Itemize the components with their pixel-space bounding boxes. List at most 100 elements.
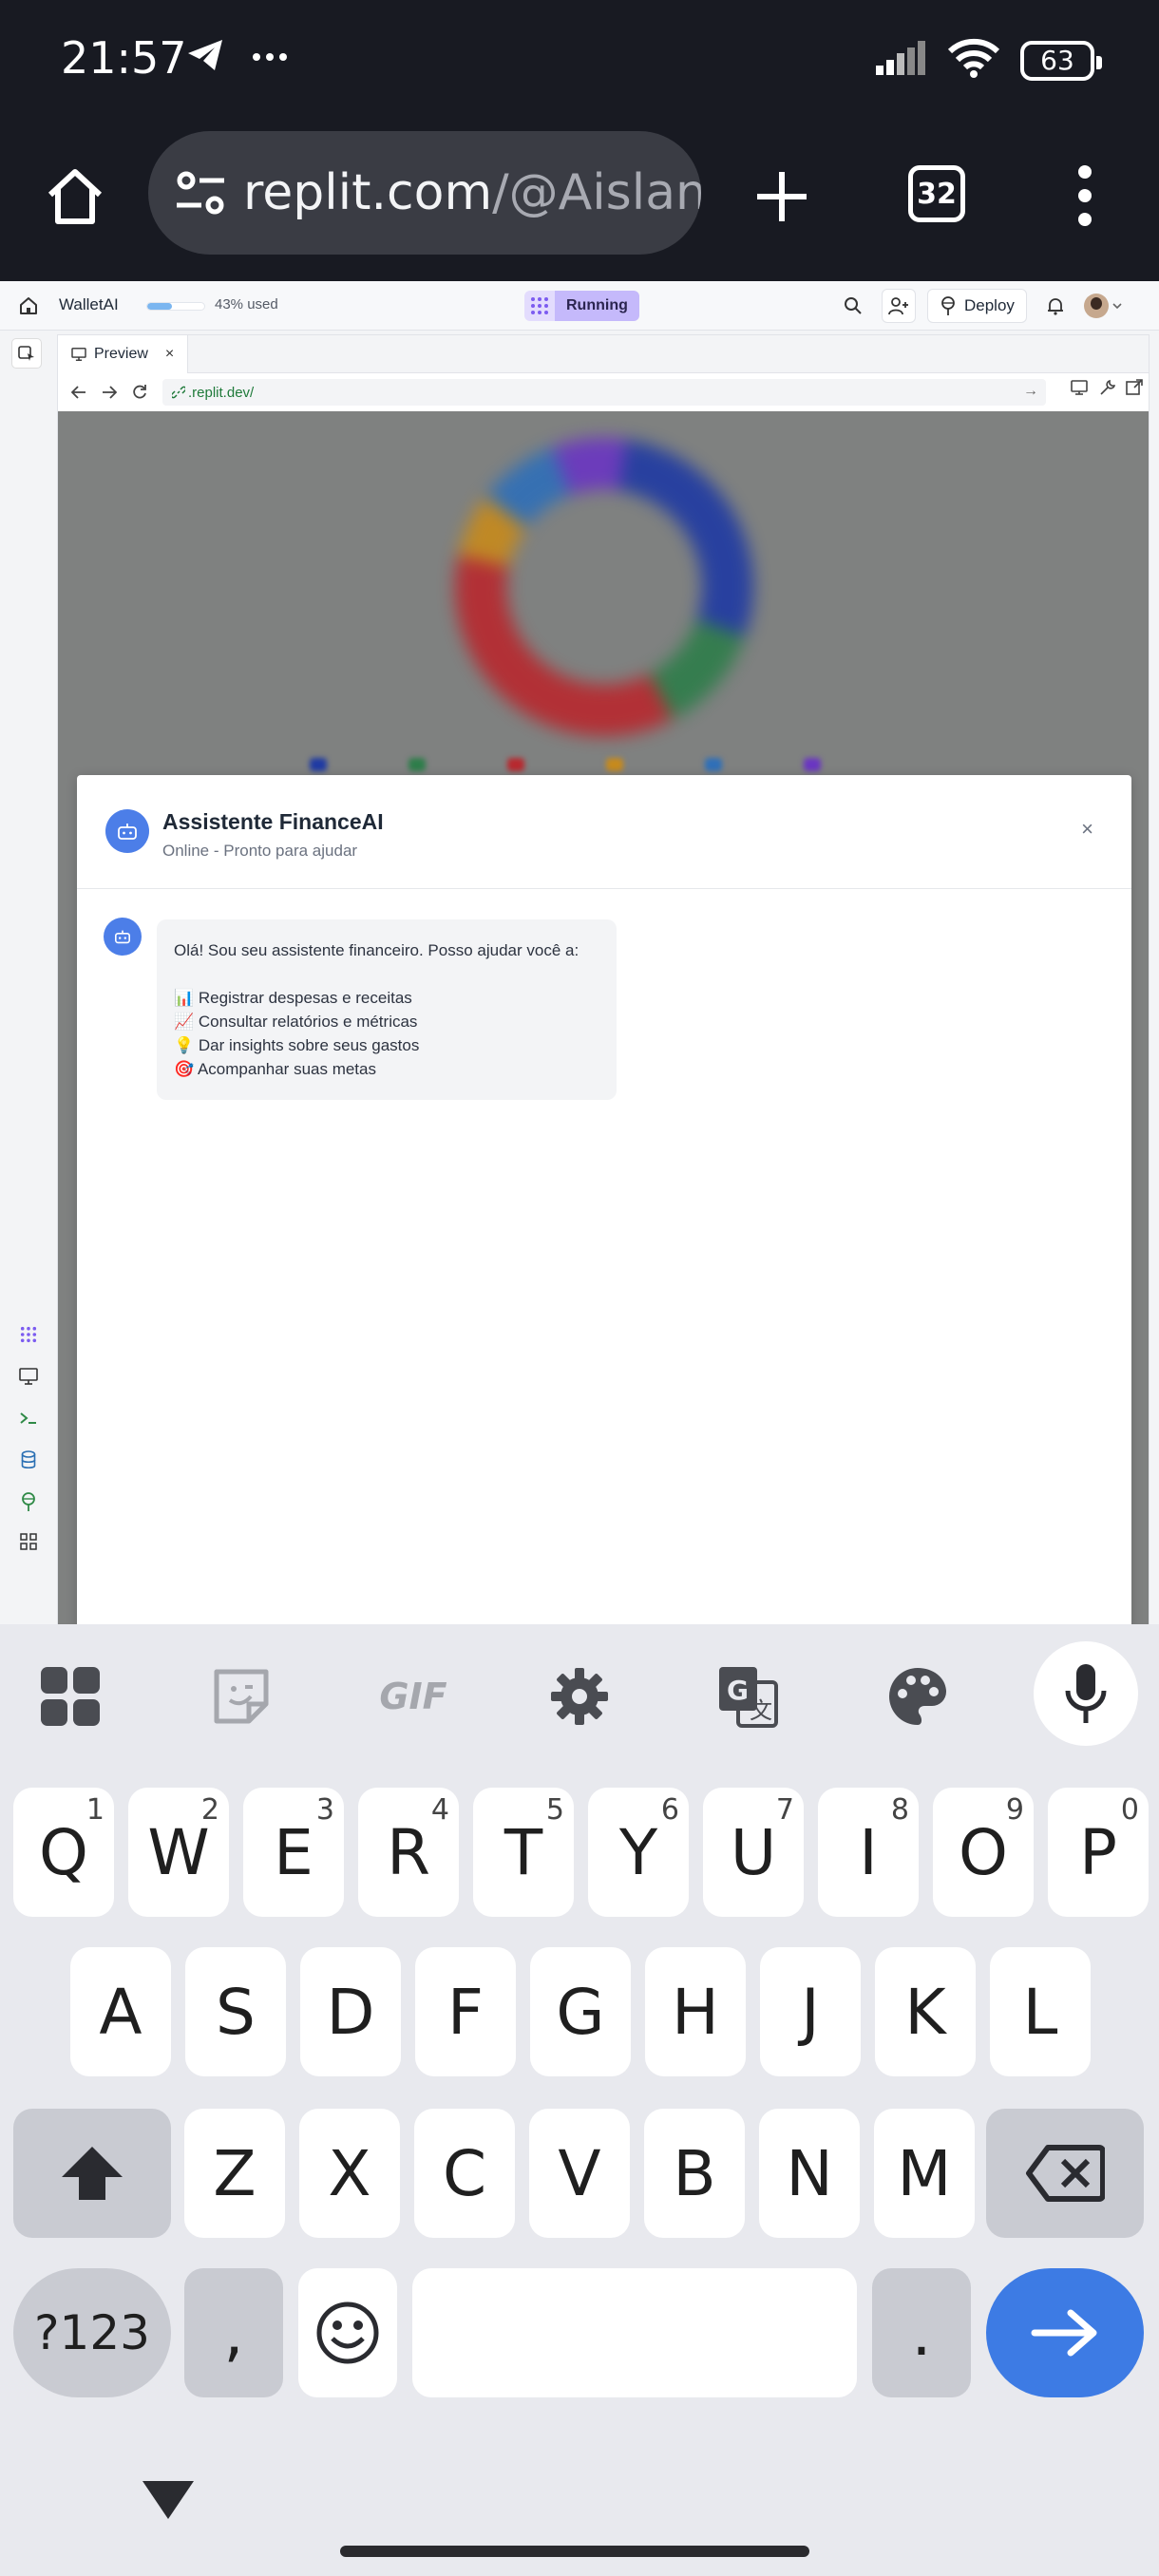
donut-slice [552, 438, 627, 496]
key-label: D [326, 1975, 375, 2049]
key-label: M [897, 2136, 952, 2210]
sidebar-item-shell[interactable] [16, 1406, 41, 1430]
hide-keyboard-button[interactable] [139, 2477, 198, 2528]
gif-button[interactable]: GIF [370, 1658, 456, 1734]
key-label: P [1079, 1815, 1117, 1889]
legend-swatch [310, 758, 327, 771]
preview-url-input[interactable]: .replit.dev/ → [162, 379, 1046, 406]
key-r[interactable]: R4 [358, 1788, 459, 1917]
key-w[interactable]: W2 [128, 1788, 229, 1917]
key-label: U [730, 1815, 777, 1889]
key-hint: 5 [545, 1793, 564, 1827]
message-item: 🎯 Acompanhar suas metas [174, 1060, 376, 1078]
address-bar[interactable]: replit.com/@Aislanc [148, 131, 701, 255]
key-o[interactable]: O9 [933, 1788, 1034, 1917]
symbols-key[interactable]: ?123 [13, 2268, 171, 2397]
sidebar-item-deployments[interactable] [16, 1489, 41, 1514]
key-d[interactable]: D [300, 1947, 401, 2076]
key-z[interactable]: Z [184, 2109, 285, 2238]
key-g[interactable]: G [530, 1947, 631, 2076]
translate-button[interactable]: G文 [711, 1658, 787, 1734]
key-h[interactable]: H [645, 1947, 746, 2076]
key-b[interactable]: B [644, 2109, 745, 2238]
space-key[interactable] [412, 2268, 857, 2397]
tab-close-button[interactable]: × [165, 346, 174, 363]
key-f[interactable]: F [415, 1947, 516, 2076]
sidebar-item-run-grid[interactable] [16, 1322, 41, 1347]
external-link-icon[interactable] [1126, 379, 1143, 396]
run-grid-icon[interactable] [524, 291, 555, 321]
sidebar-toggle-icon[interactable] [11, 338, 42, 369]
chat-title: Assistente FinanceAI [162, 809, 384, 834]
running-status-button[interactable]: Running [555, 291, 639, 321]
browser-menu-button[interactable] [1062, 158, 1108, 234]
key-e[interactable]: E3 [243, 1788, 344, 1917]
microphone-icon [1065, 1664, 1107, 1723]
message-item: 📈 Consultar relatórios e métricas [174, 1013, 418, 1031]
apps-grid-button[interactable] [32, 1658, 108, 1734]
key-a[interactable]: A [70, 1947, 171, 2076]
key-t[interactable]: T5 [473, 1788, 574, 1917]
key-label: I [859, 1815, 878, 1889]
comma-key[interactable]: , [184, 2268, 283, 2397]
chat-close-button[interactable]: × [1081, 817, 1093, 842]
go-key[interactable] [986, 2268, 1144, 2397]
search-button[interactable] [836, 289, 870, 323]
go-arrow-icon[interactable]: → [1023, 383, 1038, 400]
key-label: J [801, 1975, 820, 2049]
back-button[interactable] [66, 379, 92, 406]
site-settings-icon[interactable] [175, 163, 226, 222]
reload-button[interactable] [126, 379, 153, 406]
backspace-key[interactable] [986, 2109, 1144, 2238]
forward-button[interactable] [96, 379, 123, 406]
home-button[interactable] [38, 160, 112, 234]
home-icon [48, 169, 103, 224]
devices-icon[interactable] [1071, 379, 1090, 396]
arrow-left-icon [71, 386, 86, 399]
tab-preview[interactable]: Preview × [58, 335, 189, 373]
key-s[interactable]: S [185, 1947, 286, 2076]
account-menu[interactable] [1083, 294, 1122, 318]
key-hint: 2 [200, 1793, 219, 1827]
key-i[interactable]: I8 [818, 1788, 919, 1917]
key-label: H [672, 1975, 719, 2049]
svg-text:G: G [727, 1675, 749, 1706]
key-u[interactable]: U7 [703, 1788, 804, 1917]
key-m[interactable]: M [874, 2109, 975, 2238]
chat-subtitle: Online - Pronto para ajudar [162, 842, 358, 860]
key-n[interactable]: N [759, 2109, 860, 2238]
key-x[interactable]: X [299, 2109, 400, 2238]
notifications-button[interactable] [1038, 289, 1073, 323]
key-y[interactable]: Y6 [588, 1788, 689, 1917]
sidebar-item-preview[interactable] [16, 1364, 41, 1389]
apps-icon [20, 1533, 37, 1550]
settings-button[interactable] [542, 1658, 618, 1734]
key-hint: 6 [660, 1793, 679, 1827]
key-k[interactable]: K [875, 1947, 976, 2076]
svg-text:文: 文 [750, 1697, 772, 1724]
key-p[interactable]: P0 [1048, 1788, 1149, 1917]
sidebar-item-database[interactable] [16, 1448, 41, 1472]
key-label: Y [618, 1815, 658, 1889]
shift-key[interactable] [13, 2109, 171, 2238]
emoji-key[interactable] [298, 2268, 397, 2397]
app-name[interactable]: WalletAI [59, 295, 119, 314]
theme-button[interactable] [880, 1658, 956, 1734]
deploy-button[interactable]: Deploy [927, 289, 1027, 323]
wrench-icon[interactable] [1099, 379, 1116, 396]
donut-slice [458, 496, 527, 568]
sticker-button[interactable] [203, 1658, 279, 1734]
key-q[interactable]: Q1 [13, 1788, 114, 1917]
period-key[interactable]: . [872, 2268, 971, 2397]
voice-input-button[interactable] [1034, 1641, 1138, 1746]
key-hint: 8 [890, 1793, 909, 1827]
invite-button[interactable] [882, 289, 916, 323]
replit-home-icon[interactable] [17, 294, 40, 317]
tab-switcher-button[interactable]: 32 [908, 165, 965, 222]
key-v[interactable]: V [529, 2109, 630, 2238]
key-l[interactable]: L [990, 1947, 1091, 2076]
key-j[interactable]: J [760, 1947, 861, 2076]
key-c[interactable]: C [414, 2109, 515, 2238]
sidebar-item-all-tools[interactable] [16, 1529, 41, 1554]
new-tab-button[interactable] [749, 163, 815, 230]
